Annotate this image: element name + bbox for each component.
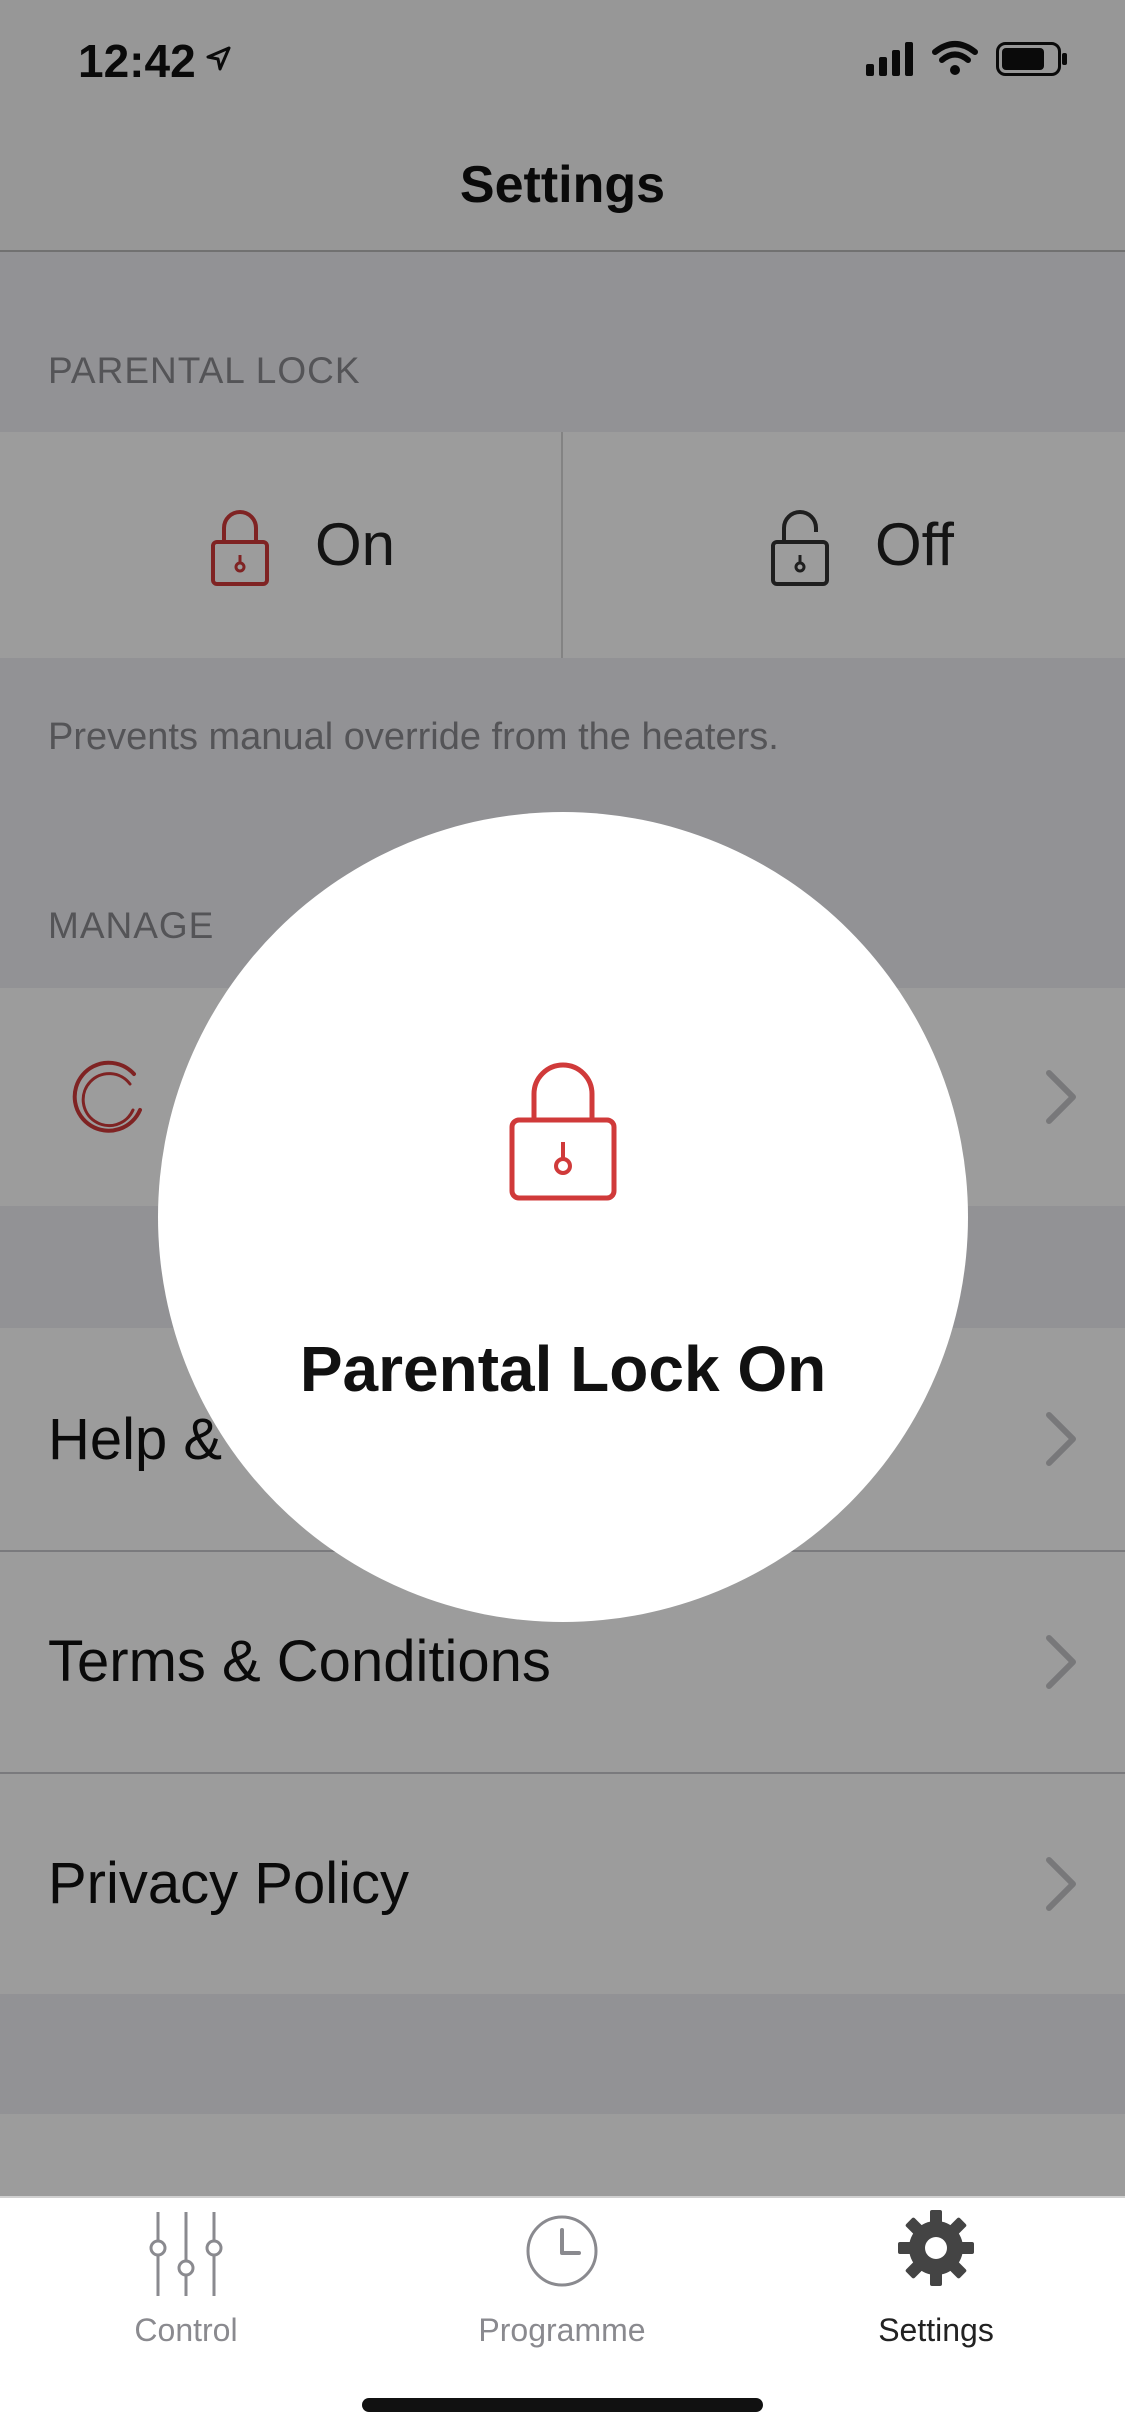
tab-programme-label: Programme	[478, 2312, 646, 2348]
home-indicator	[362, 2398, 763, 2412]
sliders-icon	[149, 2212, 223, 2296]
lock-closed-icon	[509, 1062, 617, 1201]
gear-icon	[898, 2210, 974, 2286]
parental-lock-toast: Parental Lock On	[158, 812, 968, 1622]
tab-control-label: Control	[134, 2312, 238, 2348]
toast-message: Parental Lock On	[299, 1333, 827, 1405]
clock-icon	[526, 2215, 598, 2287]
tab-settings[interactable]: Settings	[786, 2208, 1086, 2358]
tab-settings-label: Settings	[878, 2312, 994, 2348]
tab-programme[interactable]: Programme	[412, 2208, 712, 2358]
tab-control[interactable]: Control	[36, 2208, 336, 2358]
